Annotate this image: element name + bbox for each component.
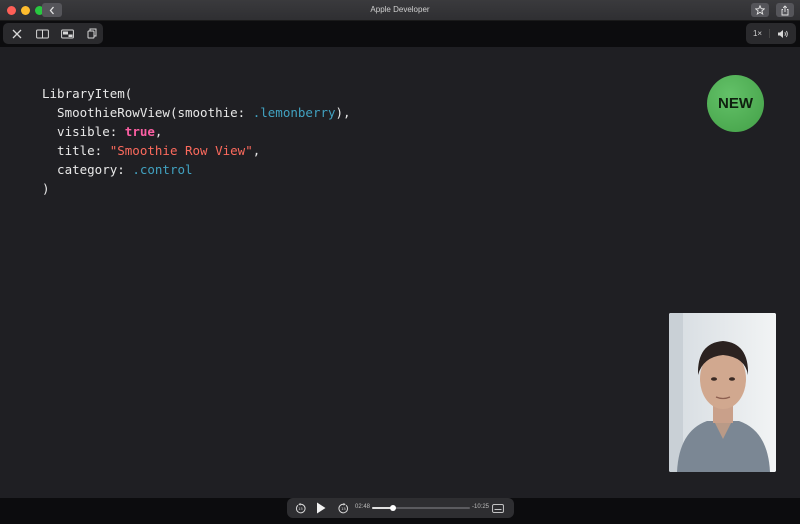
player-bottom-bar: 15 15 02:48 -10:25 [0,498,800,524]
progress-scrubber[interactable] [372,505,470,511]
code-sample: LibraryItem( SmoothieRowView(smoothie: .… [42,84,351,198]
code-line: SmoothieRowView(smoothie: .lemonberry), [42,103,351,122]
code-token: , [252,143,261,158]
code-line: title: "Smoothie Row View", [42,141,351,160]
share-icon [781,4,789,15]
code-token: ), [335,105,351,120]
copy-code-icon[interactable] [84,27,100,41]
close-icon[interactable] [9,27,25,41]
presenter-image [669,313,776,472]
playback-speed-button[interactable]: 1× [746,29,770,38]
code-line: category: .control [42,160,351,179]
skip-forward-15-icon[interactable]: 15 [336,501,350,515]
code-token: ) [42,181,50,196]
code-token: visible: [42,124,125,139]
player-tools [3,23,103,44]
code-token: SmoothieRowView [42,105,170,120]
share-button[interactable] [776,3,794,17]
code-token: (smoothie: [169,105,253,120]
volume-icon[interactable] [770,29,796,39]
star-icon [755,5,765,15]
code-line: ) [42,179,351,198]
svg-text:15: 15 [341,507,346,511]
new-badge: NEW [707,75,764,132]
player-top-bar: 1× [0,21,800,47]
video-slide: LibraryItem( SmoothieRowView(smoothie: .… [0,47,800,498]
play-icon[interactable] [313,501,329,515]
bookmark-button[interactable] [751,3,769,17]
code-line: LibraryItem( [42,84,351,103]
code-token: LibraryItem( [42,86,133,101]
remaining-time: -10:25 [472,504,490,510]
code-token: "Smoothie Row View" [109,143,253,158]
picture-in-picture-icon[interactable] [59,27,75,41]
code-line: visible: true, [42,122,351,141]
code-token: , [154,124,163,139]
code-token: .lemonberry [252,105,336,120]
svg-text:15: 15 [298,507,303,511]
code-token: category: [42,162,133,177]
window-title: Apple Developer [370,5,430,14]
presenter-video [669,313,776,472]
code-token: title: [42,143,110,158]
elapsed-time: 02:48 [355,504,371,510]
scrubber-handle[interactable] [389,505,396,511]
code-token: true [124,124,155,139]
captions-icon[interactable] [490,501,506,515]
skip-back-15-icon[interactable]: 15 [293,501,307,515]
code-token: .control [132,162,193,177]
window-titlebar: Apple Developer [0,0,800,21]
split-view-icon[interactable] [34,27,50,41]
playback-options: 1× [746,23,796,44]
